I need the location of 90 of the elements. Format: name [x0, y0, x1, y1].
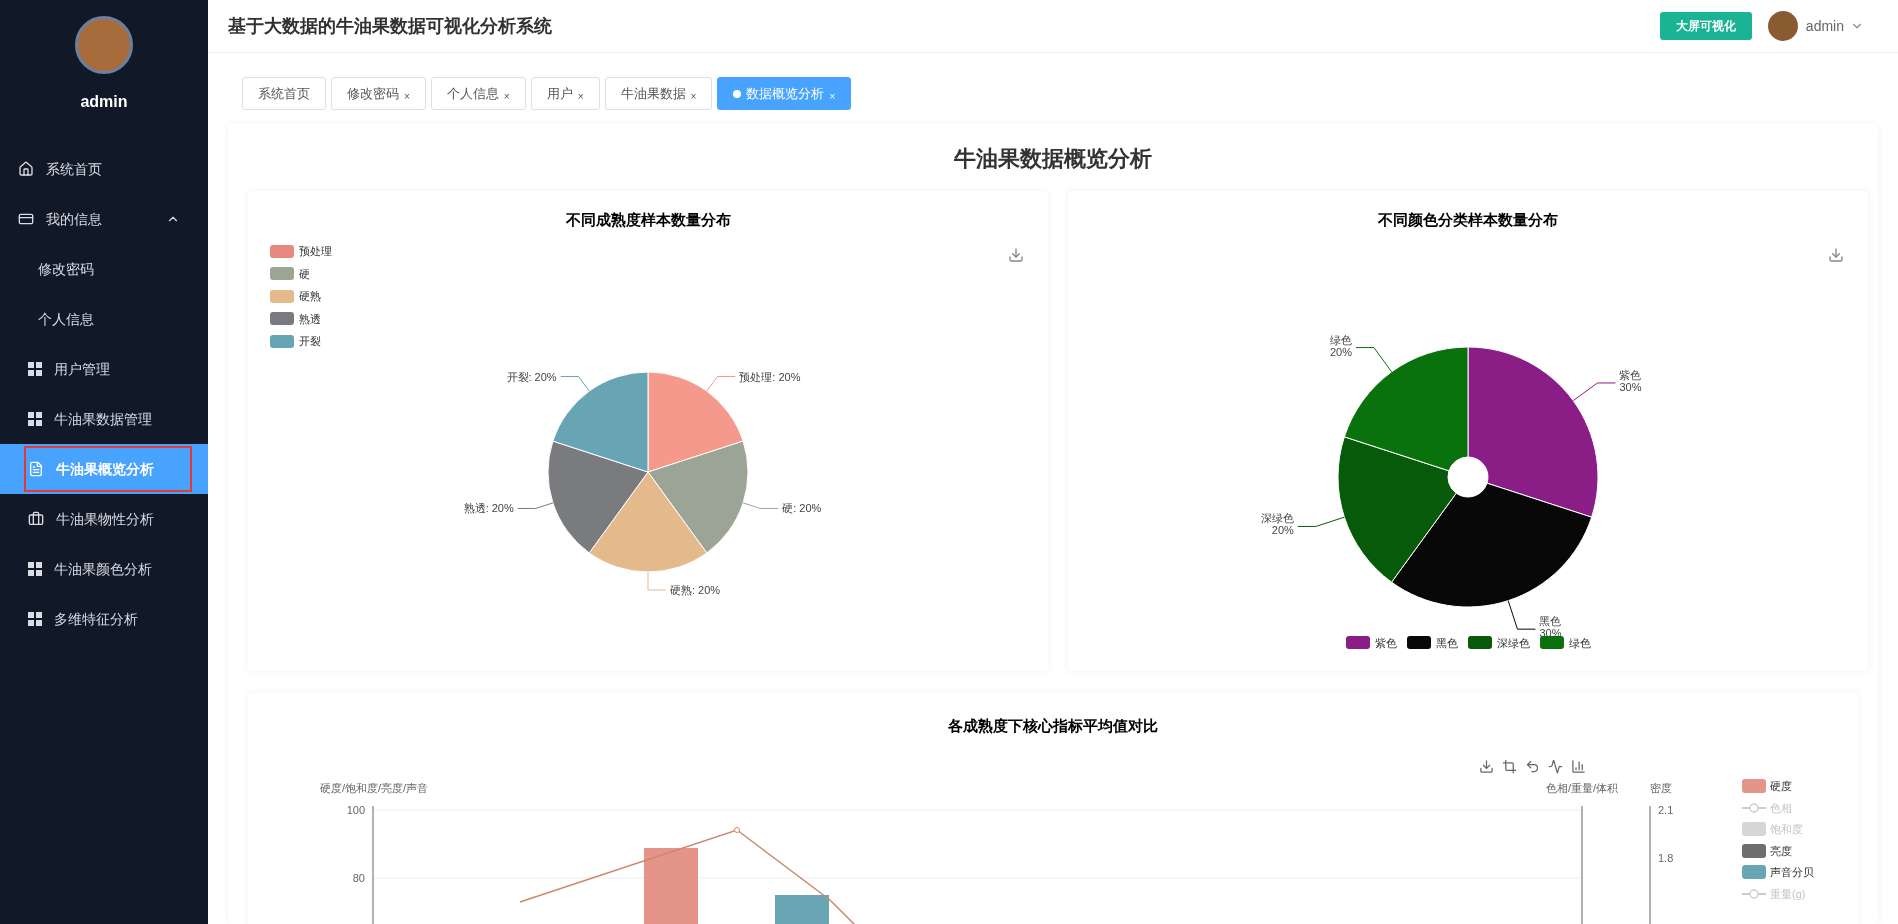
grid-icon [28, 412, 42, 426]
chart-title: 各成熟度下核心指标平均值对比 [948, 716, 1158, 736]
chart-title: 不同成熟度样本数量分布 [565, 210, 731, 230]
user-name: admin [80, 92, 128, 112]
tab[interactable]: 系统首页 [242, 77, 326, 110]
legend-swatch[interactable] [270, 334, 294, 348]
leader-line [1572, 381, 1616, 401]
download-icon[interactable] [1828, 247, 1844, 263]
legend-label: 绿色 [1568, 635, 1591, 651]
briefcase-icon [28, 511, 44, 527]
slice-label: 开裂: 20% [506, 370, 557, 383]
chart-title: 不同颜色分类样本数量分布 [1378, 210, 1558, 230]
legend-swatch[interactable] [1406, 636, 1431, 650]
leader-line [1507, 599, 1536, 630]
undo-icon[interactable] [1525, 759, 1540, 774]
leader-line [1297, 516, 1345, 527]
leader-line [706, 375, 736, 392]
submenu-item[interactable]: 修改密码 [0, 244, 208, 294]
menu-item[interactable]: 牛油果物性分析 [0, 494, 208, 544]
card-icon [18, 211, 34, 227]
leader-line [517, 501, 554, 509]
tab-label: 个人信息 [446, 84, 499, 103]
grid-icon [28, 612, 42, 626]
slice-label: 预处理: 20% [739, 370, 801, 383]
legend-swatch[interactable] [1742, 843, 1766, 858]
leader-line [1355, 346, 1393, 372]
legend-swatch[interactable] [270, 244, 294, 258]
legend-label: 紫色 [1374, 635, 1397, 651]
legend-label: 开裂 [299, 334, 321, 349]
menu-item[interactable]: 我的信息 [0, 194, 208, 244]
tab[interactable]: 牛油果数据 × [604, 77, 713, 110]
grid-icon [28, 362, 42, 376]
slice-label: 硬熟: 20% [670, 583, 721, 596]
slice-label: 熟透: 20% [463, 501, 514, 514]
document-icon [28, 461, 44, 477]
legend-label: 黑色 [1435, 635, 1458, 651]
leader-line [560, 375, 590, 392]
leader-line [647, 571, 667, 590]
leader-line [742, 501, 779, 509]
legend-swatch[interactable] [1345, 636, 1370, 650]
tab-label: 用户 [546, 84, 573, 103]
legend-swatch[interactable] [270, 312, 294, 326]
legend-swatch[interactable] [1467, 636, 1492, 650]
app-title: 基于大数据的牛油果数据可视化分析系统 [228, 14, 552, 38]
legend-label: 硬 [299, 266, 310, 282]
legend-label: 熟透 [299, 311, 321, 327]
tab-close[interactable]: × [503, 89, 510, 104]
menu-item[interactable]: 系统首页 [0, 144, 208, 194]
legend-swatch[interactable] [1742, 779, 1766, 794]
tab-close[interactable]: × [577, 89, 584, 104]
slice-label: 紫色 30% [1619, 368, 1642, 393]
legend-swatch[interactable] [270, 267, 294, 281]
tab-close[interactable]: × [690, 89, 697, 104]
tab-label: 修改密码 [347, 84, 399, 103]
legend-label: 硬熟 [299, 289, 321, 304]
download-icon[interactable] [1479, 759, 1494, 774]
legend-label: 亮度 [1770, 843, 1792, 859]
home-icon [18, 161, 34, 177]
menu-item[interactable]: 牛油果颜色分析 [0, 544, 208, 594]
download-icon[interactable] [1008, 247, 1024, 263]
slice-label: 硬: 20% [782, 501, 822, 514]
legend-swatch[interactable] [1539, 636, 1564, 650]
tab[interactable]: 用户 × [530, 77, 600, 110]
legend-swatch[interactable] [270, 289, 294, 303]
crop-icon[interactable] [1502, 759, 1517, 774]
legend-label: 色相 [1770, 800, 1792, 816]
tab-label: 牛油果数据 [620, 84, 686, 103]
legend-label: 预处理 [299, 244, 332, 259]
legend-label: 声音分贝 [1770, 865, 1814, 880]
grid-icon [28, 562, 42, 576]
slice-label: 深绿色 20% [1260, 511, 1294, 536]
bar-chart-icon[interactable] [1571, 759, 1586, 774]
page-title: 牛油果数据概览分析 [954, 145, 1152, 173]
legend-label: 深绿色 [1496, 635, 1530, 651]
submenu-item[interactable]: 个人信息 [0, 294, 208, 344]
tab-close[interactable]: × [404, 89, 410, 104]
tab-label: 系统首页 [258, 84, 310, 103]
header-avatar[interactable] [1767, 11, 1798, 41]
menu-item[interactable]: 多维特征分析 [0, 594, 208, 644]
header-user[interactable]: admin [1805, 15, 1844, 37]
menu-item[interactable]: 牛油果数据管理 [0, 394, 208, 444]
legend-swatch[interactable] [1742, 865, 1766, 880]
menu-item[interactable]: 用户管理 [0, 344, 208, 394]
tab-label: 数据概览分析 [746, 84, 825, 103]
legend-label: 硬度 [1770, 779, 1792, 794]
avatar [75, 16, 133, 74]
line-chart-icon[interactable] [1548, 759, 1563, 774]
slice-label: 绿色 20% [1329, 333, 1352, 358]
tab[interactable]: 修改密码 × [331, 77, 426, 110]
tab[interactable]: 个人信息 × [430, 77, 526, 110]
